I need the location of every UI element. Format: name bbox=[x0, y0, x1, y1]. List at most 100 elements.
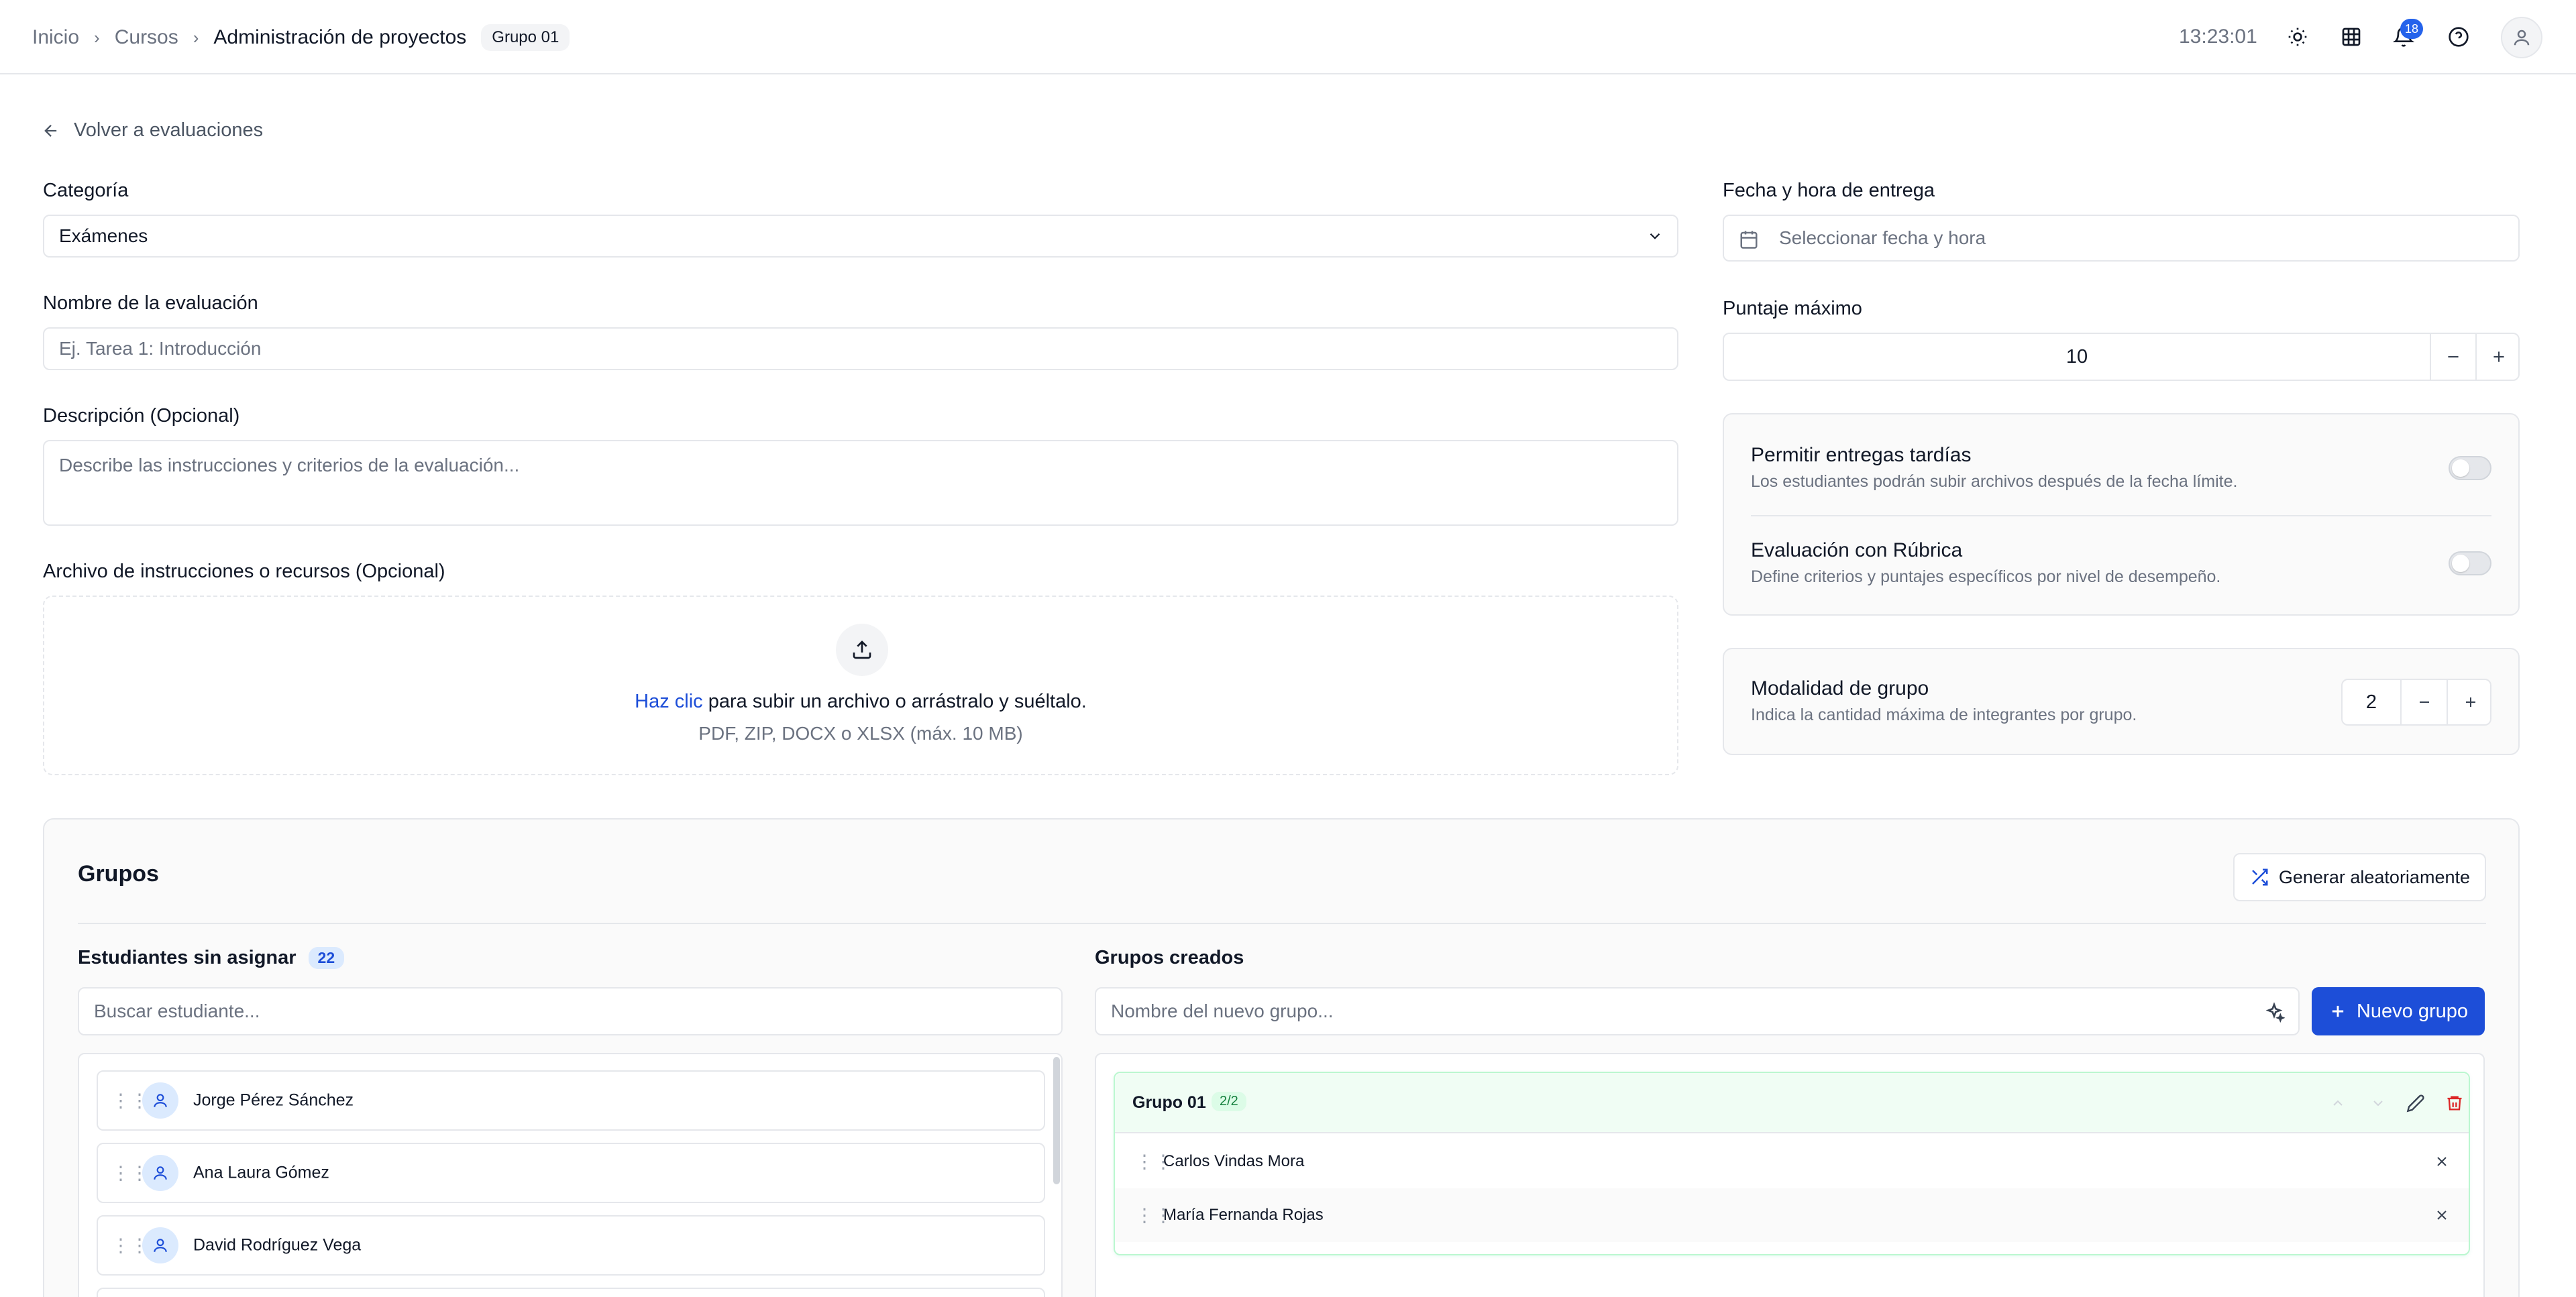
upload-formats: PDF, ZIP, DOCX o XLSX (máx. 10 MB) bbox=[698, 723, 1023, 744]
group-member-row[interactable]: ⋮⋮ María Fernanda Rojas bbox=[1115, 1188, 2469, 1242]
created-groups-panel: Grupo 01 2/2 ⋮⋮ Carlos Vindas Mora ⋮⋮ Ma… bbox=[1095, 1053, 2485, 1297]
remove-member-icon[interactable] bbox=[2434, 1153, 2450, 1170]
user-avatar-button[interactable] bbox=[2501, 17, 2542, 58]
student-item[interactable]: ⋮⋮ David Rodríguez Vega bbox=[97, 1215, 1045, 1276]
generate-random-label: Generar aleatoriamente bbox=[2278, 866, 2470, 887]
late-submissions-desc: Los estudiantes podrán subir archivos de… bbox=[1751, 472, 2238, 491]
help-button[interactable] bbox=[2442, 20, 2475, 54]
category-select[interactable]: Exámenes bbox=[43, 215, 1678, 258]
chevron-right-icon: › bbox=[94, 27, 100, 48]
list-scrollbar[interactable] bbox=[1053, 1057, 1060, 1184]
max-score-decrement-button[interactable] bbox=[2430, 334, 2475, 380]
calendar-icon bbox=[1740, 231, 1758, 249]
groups-divider bbox=[78, 923, 2486, 924]
new-group-button[interactable]: Nuevo grupo bbox=[2312, 987, 2485, 1035]
max-score-stepper: 10 bbox=[1723, 333, 2520, 381]
chevron-down-icon bbox=[2373, 1101, 2383, 1107]
group-mode-title: Modalidad de grupo bbox=[1751, 677, 1929, 699]
apps-button[interactable] bbox=[2334, 20, 2368, 54]
upload-click-link[interactable]: Haz clic bbox=[635, 691, 703, 712]
max-score-input[interactable]: 10 bbox=[1724, 334, 2430, 380]
breadcrumb-courses[interactable]: Cursos bbox=[115, 26, 178, 49]
back-to-evaluations-link[interactable]: Volver a evaluaciones bbox=[42, 119, 263, 142]
user-icon bbox=[154, 1166, 167, 1180]
student-item[interactable]: ⋮⋮ Jorge Pérez Sánchez bbox=[97, 1070, 1045, 1131]
student-avatar bbox=[142, 1227, 178, 1263]
chevron-up-icon bbox=[2333, 1100, 2343, 1106]
student-name: Jorge Pérez Sánchez bbox=[193, 1090, 354, 1110]
user-icon bbox=[2514, 30, 2530, 46]
evaluation-name-input[interactable]: Ej. Tarea 1: Introducción bbox=[43, 327, 1678, 370]
description-textarea[interactable]: Describe las instrucciones y criterios d… bbox=[43, 440, 1678, 526]
upload-instructions-rest: para subir un archivo o arrástralo y sué… bbox=[702, 691, 1087, 712]
due-date-picker[interactable]: Seleccionar fecha y hora bbox=[1723, 215, 2520, 262]
remove-member-icon[interactable] bbox=[2434, 1207, 2450, 1223]
minus-icon bbox=[2419, 701, 2429, 703]
sparkles-icon[interactable] bbox=[2263, 1002, 2285, 1023]
new-group-placeholder: Nombre del nuevo grupo... bbox=[1111, 1001, 1334, 1021]
rubric-title: Evaluación con Rúbrica bbox=[1751, 539, 1963, 561]
group-member-row[interactable]: ⋮⋮ Carlos Vindas Mora bbox=[1115, 1135, 2469, 1188]
delete-group-button[interactable] bbox=[2439, 1088, 2470, 1119]
student-name: Ana Laura Gómez bbox=[193, 1163, 329, 1182]
groups-title: Grupos bbox=[78, 861, 159, 887]
plus-icon bbox=[2332, 1005, 2344, 1017]
category-label: Categoría bbox=[43, 180, 129, 201]
edit-group-button[interactable] bbox=[2400, 1088, 2431, 1119]
group-mode-desc: Indica la cantidad máxima de integrantes… bbox=[1751, 706, 2137, 724]
move-up-button[interactable] bbox=[2322, 1088, 2353, 1119]
breadcrumb-home[interactable]: Inicio bbox=[32, 26, 79, 49]
unassigned-students-list: ⋮⋮ Jorge Pérez Sánchez ⋮⋮ Ana Laura Góme… bbox=[78, 1053, 1063, 1297]
top-bar: Inicio › Cursos › Administración de proy… bbox=[0, 0, 2576, 74]
student-item[interactable]: ⋮⋮ Ana Laura Gómez bbox=[97, 1143, 1045, 1203]
late-submissions-title: Permitir entregas tardías bbox=[1751, 444, 1972, 466]
due-date-label: Fecha y hora de entrega bbox=[1723, 180, 1935, 201]
unassigned-students-header: Estudiantes sin asignar 22 bbox=[78, 947, 345, 969]
notification-count-badge: 18 bbox=[2400, 19, 2423, 39]
category-selected-value: Exámenes bbox=[59, 225, 148, 246]
new-group-name-input[interactable]: Nombre del nuevo grupo... bbox=[1095, 987, 2300, 1035]
plus-icon bbox=[2493, 351, 2504, 362]
plus-icon bbox=[2465, 697, 2475, 707]
shuffle-icon bbox=[2251, 868, 2268, 886]
user-icon bbox=[154, 1239, 167, 1252]
chevron-right-icon: › bbox=[193, 27, 199, 48]
arrow-left-icon bbox=[44, 124, 57, 137]
unassigned-count-badge: 22 bbox=[308, 947, 345, 969]
group-card-header: Grupo 01 2/2 bbox=[1115, 1073, 2469, 1133]
late-submissions-toggle[interactable] bbox=[2449, 456, 2491, 480]
theme-toggle-button[interactable] bbox=[2281, 20, 2314, 54]
options-divider bbox=[1751, 515, 2491, 516]
student-name: David Rodríguez Vega bbox=[193, 1235, 362, 1255]
max-score-increment-button[interactable] bbox=[2475, 334, 2521, 380]
group-capacity-badge: 2/2 bbox=[1212, 1092, 1246, 1111]
student-avatar bbox=[142, 1082, 178, 1119]
pencil-icon bbox=[2406, 1094, 2424, 1113]
group-size-decrement-button[interactable] bbox=[2400, 680, 2447, 724]
evaluation-name-label: Nombre de la evaluación bbox=[43, 292, 258, 314]
upload-icon bbox=[853, 640, 871, 659]
user-icon bbox=[154, 1094, 167, 1107]
move-down-button[interactable] bbox=[2363, 1088, 2394, 1119]
breadcrumb-group-badge: Grupo 01 bbox=[481, 24, 570, 51]
breadcrumb-course[interactable]: Administración de proyectos bbox=[213, 26, 466, 49]
file-dropzone[interactable]: Haz clic para subir un archivo o arrástr… bbox=[43, 596, 1678, 775]
group-size-input[interactable]: 2 bbox=[2343, 680, 2400, 724]
group-name: Grupo 01 bbox=[1132, 1093, 1206, 1112]
group-size-increment-button[interactable] bbox=[2447, 680, 2493, 724]
group-size-stepper: 2 bbox=[2341, 679, 2491, 726]
unassigned-students-title: Estudiantes sin asignar bbox=[78, 947, 297, 968]
description-label: Descripción (Opcional) bbox=[43, 405, 240, 427]
student-avatar bbox=[142, 1155, 178, 1191]
student-search-input[interactable]: Buscar estudiante... bbox=[78, 987, 1063, 1035]
created-groups-title: Grupos creados bbox=[1095, 947, 1244, 968]
groups-section: Grupos Generar aleatoriamente Estudiante… bbox=[43, 818, 2520, 1297]
upload-icon-wrap bbox=[836, 624, 888, 676]
sun-icon bbox=[2288, 27, 2307, 46]
options-card: Permitir entregas tardías Los estudiante… bbox=[1723, 413, 2520, 616]
rubric-toggle[interactable] bbox=[2449, 551, 2491, 575]
student-item[interactable] bbox=[97, 1288, 1045, 1297]
help-circle-icon bbox=[2449, 27, 2469, 47]
generate-random-button[interactable]: Generar aleatoriamente bbox=[2233, 853, 2486, 901]
trash-icon bbox=[2447, 1096, 2462, 1111]
